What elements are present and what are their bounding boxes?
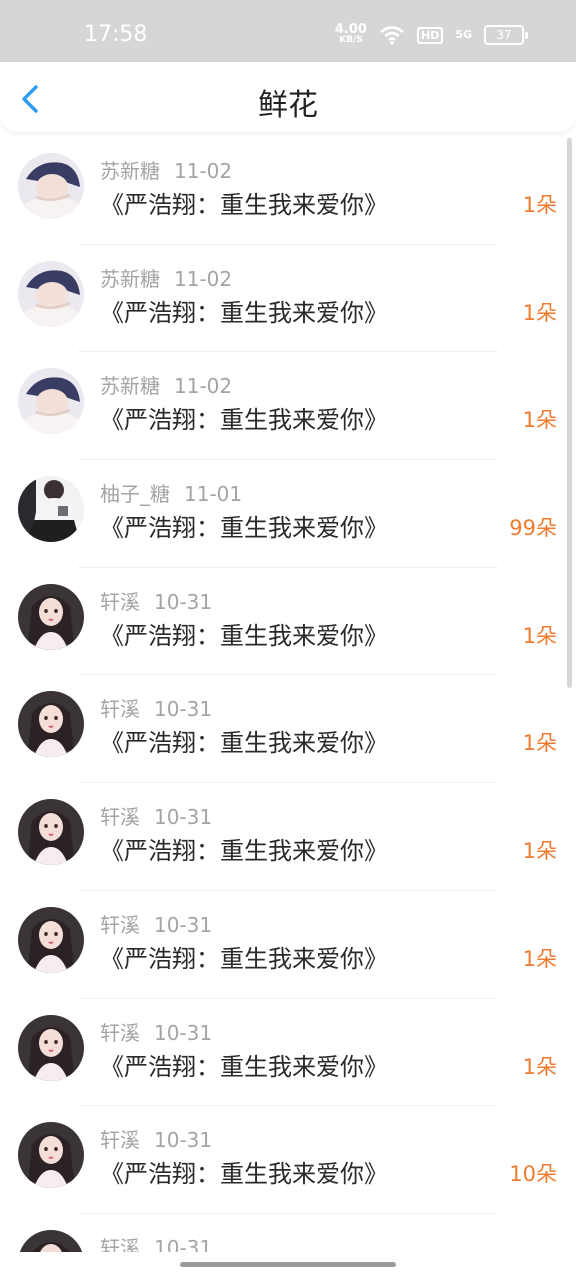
page-header: 鲜花	[0, 62, 576, 132]
avatar[interactable]	[18, 1014, 84, 1081]
sender-name: 苏新糖	[100, 374, 160, 399]
record-date: 10-31	[154, 589, 213, 614]
status-icons: 4.00 KB/S HD 5G 37	[335, 23, 528, 46]
record-meta: 轩溪 10-31	[100, 909, 212, 938]
flower-record-row[interactable]: 轩溪 10-31 《严浩翔：重生我来爱你》 1朵	[0, 891, 576, 999]
flower-record-row[interactable]: 轩溪 10-31 《严浩翔：重生我来爱你》 1朵	[0, 675, 576, 784]
home-indicator[interactable]	[180, 1262, 396, 1267]
avatar[interactable]	[18, 691, 84, 758]
record-date: 10-31	[154, 912, 213, 937]
avatar[interactable]	[18, 153, 84, 219]
book-title: 《严浩翔：重生我来爱你》	[100, 1160, 388, 1189]
sender-name: 轩溪	[100, 1128, 140, 1153]
book-title: 《严浩翔：重生我来爱你》	[100, 298, 388, 327]
status-time: 17:58	[84, 22, 148, 47]
record-meta: 柚子_糖 11-01	[100, 478, 242, 507]
book-title: 《严浩翔：重生我来爱你》	[100, 406, 388, 435]
sender-name: 柚子_糖	[100, 482, 170, 507]
flower-record-row[interactable]: 苏新糖 11-02 《严浩翔：重生我来爱你》 1朵	[0, 245, 576, 353]
record-date: 10-31	[154, 805, 213, 830]
page-title: 鲜花	[258, 88, 318, 123]
book-title: 《严浩翔：重生我来爱你》	[100, 729, 388, 758]
sender-name: 轩溪	[100, 1235, 140, 1252]
record-date: 11-01	[184, 482, 243, 507]
avatar[interactable]	[18, 368, 84, 435]
flower-record-list[interactable]: 苏新糖 11-02 《严浩翔：重生我来爱你》 1朵 苏新糖 11-02 《严浩翔：重生我来爱…	[0, 137, 576, 1252]
flower-record-row[interactable]: 轩溪 10-31 《严浩翔：重生我来爱你》 1朵	[0, 999, 576, 1107]
status-bar: 17:58 4.00 KB/S HD 5G 37	[0, 0, 576, 62]
flower-count: 1朵	[522, 623, 557, 648]
book-title: 《严浩翔：重生我来爱你》	[100, 621, 388, 650]
flower-record-row[interactable]: 苏新糖 11-02 《严浩翔：重生我来爱你》 1朵	[0, 137, 576, 245]
avatar[interactable]	[18, 906, 84, 973]
flower-record-row[interactable]: 轩溪 10-31	[0, 1214, 576, 1252]
flower-record-row[interactable]: 轩溪 10-31 《严浩翔：重生我来爱你》 10朵	[0, 1106, 576, 1214]
avatar[interactable]	[18, 260, 84, 327]
flower-count: 1朵	[522, 300, 557, 325]
sender-name: 轩溪	[100, 589, 140, 614]
signal-5g-icon: 5G	[455, 28, 472, 41]
battery-icon: 37	[484, 25, 528, 45]
record-meta: 轩溪 10-31	[100, 1232, 212, 1252]
avatar[interactable]	[18, 1122, 84, 1189]
book-title: 《严浩翔：重生我来爱你》	[100, 191, 388, 219]
flower-count: 1朵	[522, 839, 557, 864]
record-meta: 轩溪 10-31	[100, 801, 212, 830]
sender-name: 轩溪	[100, 805, 140, 830]
sender-name: 轩溪	[100, 1020, 140, 1045]
avatar[interactable]	[18, 799, 84, 866]
flower-record-row[interactable]: 柚子_糖 11-01 《严浩翔：重生我来爱你》 99朵	[0, 460, 576, 568]
hd-icon: HD	[416, 26, 444, 44]
record-date: 10-31	[154, 697, 213, 722]
record-meta: 苏新糖 11-02	[100, 155, 232, 184]
network-speed: 4.00 KB/S	[335, 23, 367, 46]
flower-record-row[interactable]: 轩溪 10-31 《严浩翔：重生我来爱你》 1朵	[0, 783, 576, 891]
flower-count: 1朵	[522, 1054, 557, 1079]
flower-count: 1朵	[522, 946, 557, 971]
record-meta: 轩溪 10-31	[100, 693, 212, 722]
flower-count: 10朵	[509, 1162, 557, 1187]
flower-count: 1朵	[522, 193, 557, 217]
sender-name: 轩溪	[100, 697, 140, 722]
wifi-icon	[380, 26, 404, 45]
record-date: 10-31	[154, 1020, 213, 1045]
record-meta: 苏新糖 11-02	[100, 370, 232, 399]
sender-name: 苏新糖	[100, 159, 160, 183]
record-date: 10-31	[154, 1235, 213, 1252]
sender-name: 轩溪	[100, 912, 140, 937]
record-date: 11-02	[174, 266, 233, 291]
flower-record-row[interactable]: 苏新糖 11-02 《严浩翔：重生我来爱你》 1朵	[0, 352, 576, 461]
record-date: 11-02	[174, 374, 233, 399]
record-meta: 轩溪 10-31	[100, 1017, 212, 1046]
avatar[interactable]	[18, 583, 84, 650]
record-meta: 轩溪 10-31	[100, 1124, 212, 1153]
record-meta: 苏新糖 11-02	[100, 263, 232, 292]
book-title: 《严浩翔：重生我来爱你》	[100, 1052, 388, 1081]
sender-name: 苏新糖	[100, 266, 160, 291]
avatar[interactable]	[18, 1229, 84, 1252]
network-speed-unit: KB/S	[339, 35, 363, 45]
record-date: 11-02	[174, 159, 233, 183]
flower-record-row[interactable]: 轩溪 10-31 《严浩翔：重生我来爱你》 1朵	[0, 568, 576, 676]
record-meta: 轩溪 10-31	[100, 586, 212, 615]
book-title: 《严浩翔：重生我来爱你》	[100, 514, 388, 543]
scrollbar[interactable]	[567, 138, 572, 688]
flower-count: 1朵	[522, 731, 557, 756]
flower-count: 1朵	[522, 408, 557, 433]
avatar[interactable]	[18, 476, 84, 543]
record-date: 10-31	[154, 1128, 213, 1153]
book-title: 《严浩翔：重生我来爱你》	[100, 944, 388, 973]
flower-count: 99朵	[509, 516, 557, 541]
book-title: 《严浩翔：重生我来爱你》	[100, 837, 388, 866]
